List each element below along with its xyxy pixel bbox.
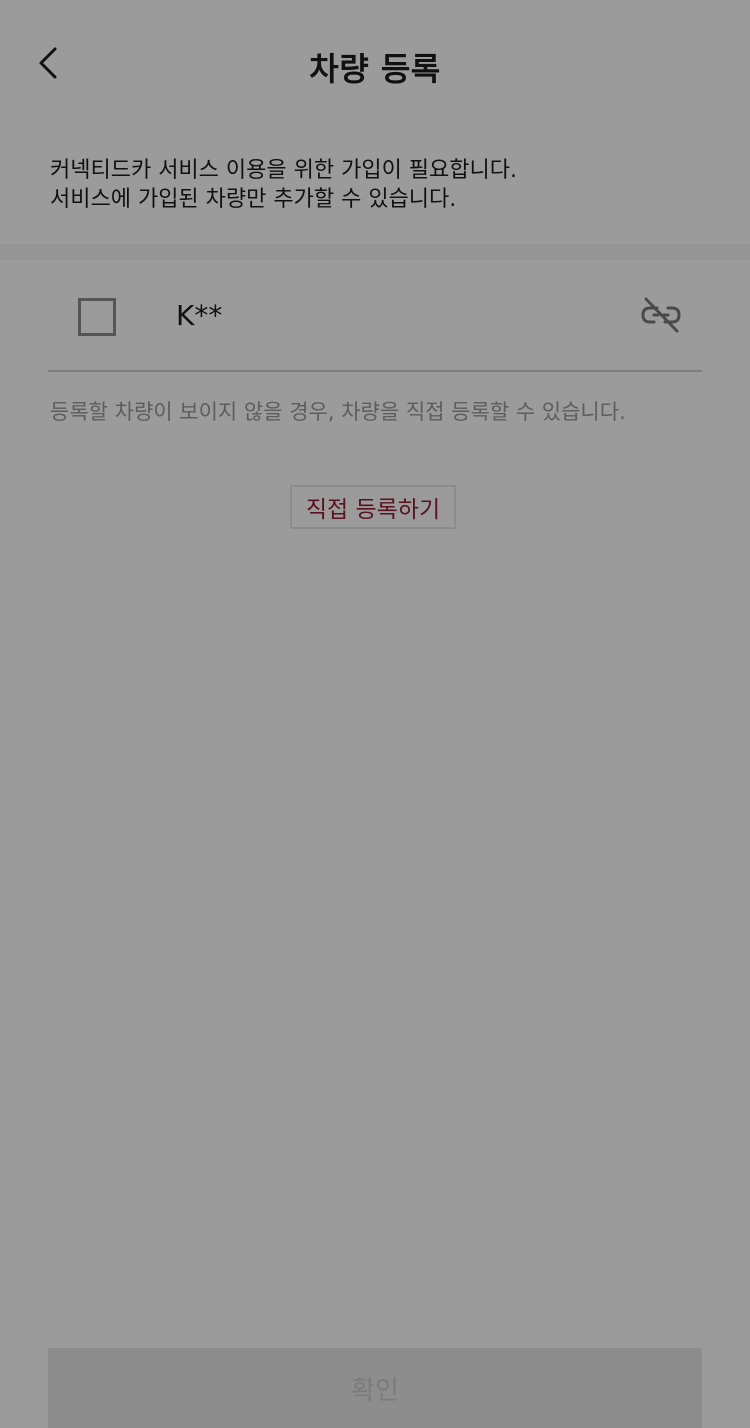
intro-line-1: 커넥티드카 서비스 이용을 위한 가입이 필요합니다. xyxy=(50,158,518,183)
list-divider xyxy=(48,370,702,372)
confirm-button[interactable]: 확인 xyxy=(48,1348,702,1428)
vehicle-list-item[interactable]: K** xyxy=(48,262,702,370)
vehicle-checkbox[interactable] xyxy=(78,298,116,336)
section-divider-band xyxy=(0,244,750,260)
help-text: 등록할 차량이 보이지 않을 경우, 차량을 직접 등록할 수 있습니다. xyxy=(50,400,626,424)
intro-line-2: 서비스에 가입된 차량만 추가할 수 있습니다. xyxy=(50,187,457,212)
page-title: 차량 등록 xyxy=(309,50,441,88)
vehicle-name: K** xyxy=(176,299,223,332)
intro-message: 커넥티드카 서비스 이용을 위한 가입이 필요합니다. 서비스에 가입된 차량만… xyxy=(50,156,710,214)
direct-register-button[interactable]: 직접 등록하기 xyxy=(290,485,456,529)
unlinked-icon xyxy=(641,297,681,333)
app-header: 차량 등록 xyxy=(0,0,750,130)
